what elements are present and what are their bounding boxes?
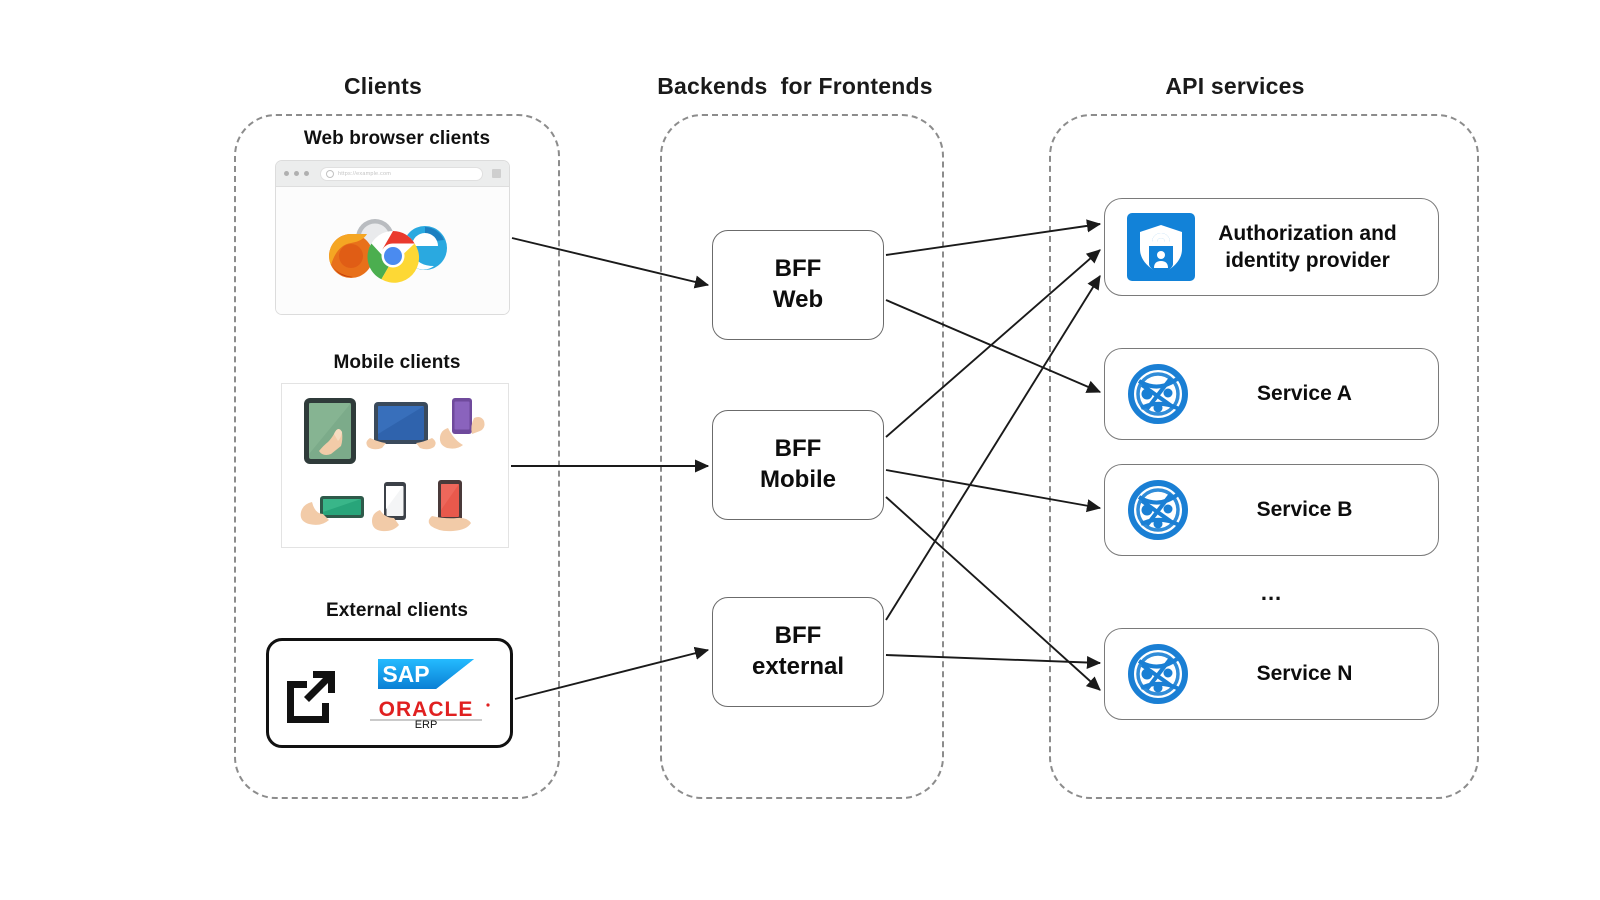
shield-lock-identity-icon [1127,213,1195,281]
oracle-erp-text: ERP [414,719,437,729]
service-b-label: Service B [1256,498,1353,522]
info-circle-icon [326,169,334,178]
column-title-clients: Clients [343,73,423,99]
phone-red-held-icon [428,480,471,532]
tablet-blue-held-icon [366,402,436,450]
tablet-green-touch-icon [304,398,356,464]
service-b-node[interactable]: Service B [1104,464,1439,556]
bff-external-line2: external [751,653,845,680]
bff-external-line1: BFF [774,622,822,650]
oracle-logo: ORACLE ERP [369,698,490,729]
bff-web-node[interactable]: BFF Web [712,230,884,340]
mobile-devices-illustration [300,398,485,532]
hamburger-menu-icon[interactable] [492,169,501,178]
browser-url-bar[interactable]: https://example.com [320,166,483,181]
label-external-clients: External clients [325,600,469,621]
bff-mobile-node[interactable]: BFF Mobile [712,410,884,520]
bff-web-line2: Web [772,286,824,313]
bff-web-line1: BFF [774,255,822,283]
mobile-clients-card[interactable] [281,383,509,548]
sap-logo: SAP [377,659,474,689]
label-web-browser-clients: Web browser clients [303,128,491,149]
web-browser-client-card[interactable]: https://example.com [275,160,510,315]
phone-purple-held-icon [439,398,485,449]
bff-mobile-line2: Mobile [760,466,836,493]
network-globe-icon [1127,479,1189,541]
firefox-logo [328,233,373,278]
browser-logos-group [328,218,447,283]
window-dot-icon [294,171,299,176]
oracle-logo-text: ORACLE [378,698,473,721]
service-auth-label: Authorization and identity provider [1195,220,1438,275]
external-link-icon [287,671,335,723]
sap-logo-text: SAP [382,661,429,687]
external-logos-stack: SAP ORACLE ERP [347,657,510,729]
column-title-api-services: API services [1165,73,1305,99]
browser-url-text: https://example.com [338,170,392,177]
service-auth-label-line1: Authorization and [1218,221,1397,245]
service-a-label: Service A [1257,382,1352,406]
network-globe-icon [1127,643,1189,705]
window-dot-icon [284,171,289,176]
service-n-label: Service N [1256,662,1353,686]
column-title-bff: Backends for Frontends [657,73,933,99]
service-a-node[interactable]: Service A [1104,348,1439,440]
service-n-node[interactable]: Service N [1104,628,1439,720]
services-ellipsis: ... [1260,580,1283,605]
external-clients-card[interactable]: SAP ORACLE ERP [266,638,513,748]
bff-external-node[interactable]: BFF external [712,597,884,707]
network-globe-icon [1127,363,1189,425]
phone-green-landscape-held-icon [300,496,364,525]
bff-mobile-line1: BFF [774,435,822,463]
label-mobile-clients: Mobile clients [333,352,461,373]
service-auth-node[interactable]: Authorization and identity provider [1104,198,1439,296]
phone-white-held-icon [372,482,406,532]
service-auth-label-line2: identity provider [1225,249,1390,272]
browser-viewport [276,187,509,314]
browser-chrome-bar: https://example.com [276,161,509,187]
diagram-canvas: Clients Backends for Frontends API servi… [0,0,1600,900]
window-dot-icon [304,171,309,176]
